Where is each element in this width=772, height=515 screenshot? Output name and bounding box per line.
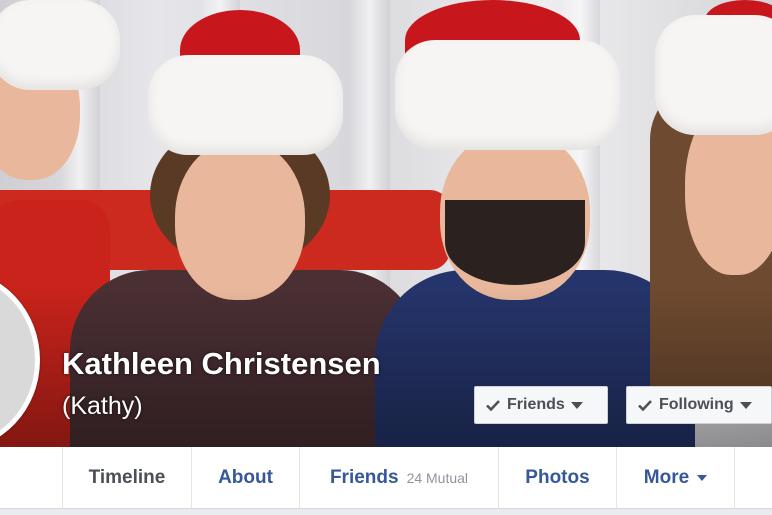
page-background-strip	[0, 509, 772, 515]
profile-nav-bar: Timeline About Friends 24 Mutual Photos …	[0, 447, 772, 509]
santa-hat-fur	[655, 15, 772, 135]
caret-down-icon	[697, 475, 708, 481]
tab-label: Photos	[525, 467, 590, 488]
caret-down-icon	[739, 401, 752, 409]
tab-about[interactable]: About	[191, 447, 299, 509]
santa-hat-fur	[395, 40, 620, 150]
profile-alternate-name: (Kathy)	[62, 392, 143, 420]
friends-button-label: Friends	[507, 396, 565, 413]
friends-button[interactable]: Friends	[474, 386, 608, 424]
tab-timeline[interactable]: Timeline	[62, 447, 191, 509]
caret-down-icon	[570, 401, 583, 409]
tab-photos[interactable]: Photos	[498, 447, 616, 509]
santa-hat-fur	[148, 55, 343, 155]
tab-more[interactable]: More	[616, 447, 735, 509]
cover-photo[interactable]: Kathleen Christensen (Kathy) Friends Fol…	[0, 0, 772, 447]
santa-hat-fur	[0, 0, 120, 90]
check-icon	[486, 400, 500, 412]
mutual-friends-count: 24 Mutual	[406, 470, 469, 486]
following-button[interactable]: Following	[626, 386, 772, 424]
profile-name[interactable]: Kathleen Christensen	[62, 346, 381, 382]
tab-label: Timeline	[88, 467, 166, 488]
check-icon	[638, 400, 652, 412]
tab-label: Friends	[329, 467, 399, 488]
person-face	[175, 140, 305, 300]
tab-label: More	[643, 467, 690, 488]
tab-label: About	[218, 467, 273, 488]
following-button-label: Following	[659, 396, 734, 413]
beard	[445, 200, 585, 285]
tab-friends[interactable]: Friends 24 Mutual	[299, 447, 498, 509]
